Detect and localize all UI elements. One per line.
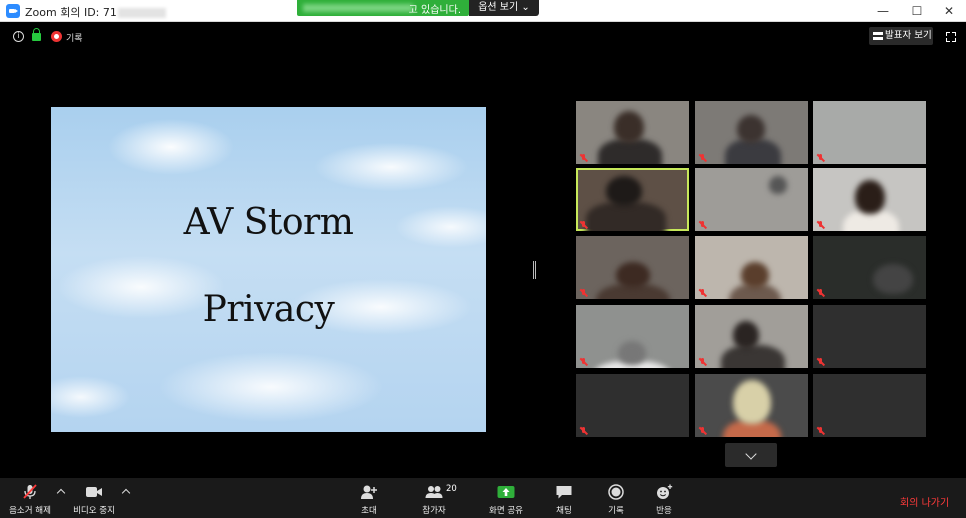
participant-tile[interactable] <box>576 305 689 368</box>
invite-button[interactable]: 초대 <box>350 478 388 518</box>
record-label: 기록 <box>608 506 624 516</box>
mic-muted-icon <box>817 289 825 297</box>
close-window-button[interactable]: ✕ <box>932 0 966 22</box>
fullscreen-icon[interactable] <box>946 32 956 42</box>
participant-tile[interactable] <box>813 305 926 368</box>
gallery-next-page-button[interactable] <box>725 443 777 467</box>
audio-options-caret[interactable] <box>56 487 66 497</box>
participant-tile[interactable] <box>695 236 808 299</box>
participant-tile[interactable] <box>576 101 689 164</box>
participant-video <box>606 176 642 206</box>
participant-tile[interactable] <box>813 374 926 437</box>
participant-tile[interactable] <box>695 374 808 437</box>
share-screen-icon <box>497 486 515 498</box>
participant-video <box>733 321 759 349</box>
speaker-view-label: 발표자 보기 <box>885 30 932 41</box>
panel-splitter-handle[interactable] <box>533 261 536 279</box>
minimize-button[interactable]: — <box>866 0 900 22</box>
mic-muted-icon <box>580 221 588 229</box>
video-options-caret[interactable] <box>121 487 131 497</box>
stop-video-button[interactable]: 비디오 중지 <box>70 478 118 518</box>
reactions-label: 반응 <box>656 506 672 516</box>
participant-video <box>769 176 787 194</box>
participant-video <box>737 115 765 143</box>
chat-bubble-icon <box>556 486 572 499</box>
slide-title-line1: AV Storm <box>183 202 354 243</box>
participant-video <box>614 111 644 143</box>
chat-button[interactable]: 채팅 <box>546 478 582 518</box>
participant-body <box>586 202 666 231</box>
participant-video <box>616 262 650 288</box>
mic-muted-icon <box>699 154 707 162</box>
mic-muted-icon <box>817 358 825 366</box>
smiley-add-icon <box>657 484 673 499</box>
sharing-banner: 고 있습니다. <box>297 0 469 16</box>
mic-muted-icon <box>699 358 707 366</box>
participant-tile[interactable] <box>576 168 689 231</box>
mic-muted-icon <box>23 484 37 499</box>
info-icon[interactable]: i <box>13 31 24 42</box>
unmute-button[interactable]: 음소거 해제 <box>4 478 56 518</box>
mic-muted-icon <box>699 427 707 435</box>
video-camera-icon <box>86 487 102 497</box>
share-screen-label: 화면 공유 <box>489 506 523 516</box>
banner-blurred-text <box>303 4 413 12</box>
participant-video <box>741 262 769 288</box>
banner-text: 고 있습니다. <box>408 5 461 16</box>
participant-video <box>855 180 885 214</box>
mic-muted-icon <box>580 289 588 297</box>
mic-muted-icon <box>817 154 825 162</box>
invite-label: 초대 <box>361 506 377 516</box>
mic-muted-icon <box>699 221 707 229</box>
participants-count-badge: 20 <box>446 484 457 494</box>
participant-tile[interactable] <box>695 305 808 368</box>
reactions-button[interactable]: 반응 <box>646 478 682 518</box>
leave-meeting-button[interactable]: 회의 나가기 <box>900 494 949 509</box>
mic-muted-icon <box>580 427 588 435</box>
meeting-toolbar: 음소거 해제 비디오 중지 초대 참가자 화면 공유 채팅 기록 반응 <box>0 478 966 518</box>
participant-tile[interactable] <box>813 101 926 164</box>
record-button[interactable]: 기록 <box>598 478 634 518</box>
participant-tile[interactable] <box>695 101 808 164</box>
grid-icon <box>873 32 883 40</box>
meeting-id-blurred <box>117 8 166 18</box>
participant-tile[interactable] <box>576 236 689 299</box>
add-user-icon <box>361 485 377 499</box>
participant-tile[interactable] <box>813 236 926 299</box>
zoom-app-icon <box>6 4 20 18</box>
stop-video-label: 비디오 중지 <box>73 506 115 516</box>
participant-video <box>618 341 646 365</box>
unmute-label: 음소거 해제 <box>9 506 51 516</box>
recording-label: 기록 <box>66 34 83 44</box>
mic-muted-icon <box>817 427 825 435</box>
slide-title-line2: Privacy <box>202 289 335 330</box>
participant-video <box>733 380 771 424</box>
participant-body <box>721 345 785 368</box>
participant-video <box>873 264 913 294</box>
mic-muted-icon <box>817 221 825 229</box>
shared-screen: AV Storm Privacy <box>51 107 486 432</box>
participant-tile[interactable] <box>813 168 926 231</box>
participant-tile[interactable] <box>695 168 808 231</box>
maximize-button[interactable]: ☐ <box>900 0 934 22</box>
share-screen-button[interactable]: 화면 공유 <box>484 478 528 518</box>
mic-muted-icon <box>580 154 588 162</box>
mic-muted-icon <box>699 289 707 297</box>
participants-label: 참가자 <box>422 506 446 516</box>
participants-icon <box>425 486 443 498</box>
lock-icon[interactable] <box>32 28 41 41</box>
speaker-view-button[interactable]: 발표자 보기 <box>869 27 933 45</box>
view-options-label: 옵션 보기 <box>478 2 519 13</box>
window-title: Zoom 회의 ID: 71 <box>25 4 166 20</box>
record-icon <box>608 484 624 500</box>
chat-label: 채팅 <box>556 506 572 516</box>
recording-icon <box>51 31 62 42</box>
participant-tile[interactable] <box>576 374 689 437</box>
view-options-button[interactable]: 옵션 보기 ⌄ <box>469 0 539 16</box>
mic-muted-icon <box>580 358 588 366</box>
